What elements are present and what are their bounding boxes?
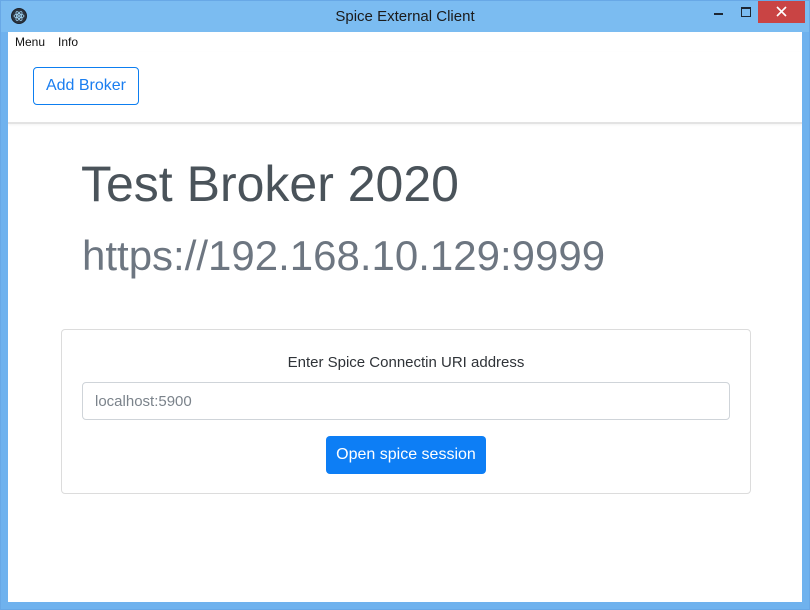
broker-url-heading: https://192.168.10.129:9999 <box>82 232 606 279</box>
maximize-icon[interactable] <box>731 1 759 23</box>
connection-card: Enter Spice Connectin URI address Open s… <box>61 329 751 494</box>
spice-uri-input[interactable] <box>82 382 730 420</box>
uri-field-label: Enter Spice Connectin URI address <box>287 354 525 371</box>
app-window: Spice External Client Menu Info Add Brok… <box>0 0 810 610</box>
menu-item-info[interactable]: Info <box>58 35 78 49</box>
client-area: Menu Info Add Broker Test Broker 2020 ht… <box>8 32 802 602</box>
menu-item-menu[interactable]: Menu <box>15 35 45 49</box>
minimize-icon[interactable] <box>704 1 732 23</box>
title-bar[interactable]: Spice External Client <box>1 1 809 32</box>
close-icon[interactable] <box>758 1 805 23</box>
window-title: Spice External Client <box>335 8 475 25</box>
menu-bar: Menu Info <box>8 32 802 52</box>
top-navbar: Add Broker <box>8 52 802 124</box>
broker-name-heading: Test Broker 2020 <box>81 156 459 212</box>
add-broker-button[interactable]: Add Broker <box>33 67 139 105</box>
open-spice-session-button[interactable]: Open spice session <box>326 436 486 474</box>
